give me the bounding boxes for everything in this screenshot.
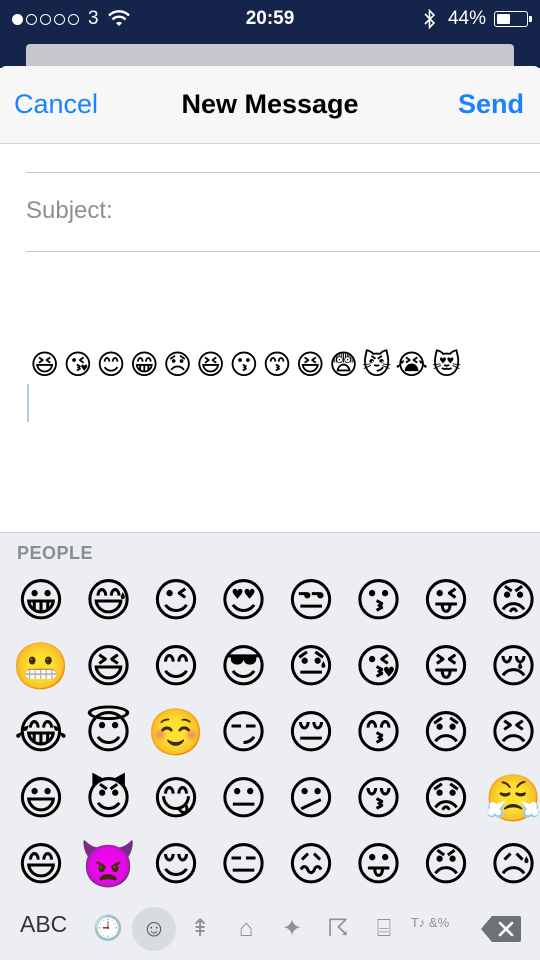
emoji-key[interactable]: 😐 bbox=[213, 767, 275, 829]
emoji-key[interactable]: 😅 bbox=[78, 569, 140, 631]
emoji-key[interactable]: 😒 bbox=[280, 569, 342, 631]
message-emoji: 😆 bbox=[196, 349, 226, 380]
people-smiley-icon[interactable]: ☺ bbox=[132, 907, 176, 951]
emoji-key[interactable]: 😔 bbox=[280, 701, 342, 763]
emoji-key[interactable]: 😙 bbox=[348, 701, 410, 763]
message-emoji: 😆 bbox=[30, 349, 60, 380]
recent-clock-icon[interactable]: 🕘 bbox=[86, 907, 130, 951]
nature-tree-icon[interactable]: ⇞ bbox=[178, 907, 222, 951]
emoji-key[interactable]: 😌 bbox=[145, 833, 207, 895]
emoji-key[interactable]: 😚 bbox=[348, 767, 410, 829]
emoji-key[interactable]: 😇 bbox=[78, 701, 140, 763]
emoji-key[interactable]: 😆 bbox=[78, 635, 140, 697]
emoji-key[interactable]: 😕 bbox=[280, 767, 342, 829]
emoji-key[interactable]: 😘 bbox=[348, 635, 410, 697]
emoji-key[interactable]: 😞 bbox=[415, 701, 477, 763]
emoji-key[interactable]: 😍 bbox=[213, 569, 275, 631]
message-body[interactable]: 😆 😘 😊 😁 😞 😆 😗 😙 😆 😨 😼 😭 😻 bbox=[30, 348, 461, 382]
emoji-keyboard: PEOPLE 😀 😅 😉 😍 😒 😗 😜 😡 😬 😆 😊 😎 😓 😘 😝 😢 😂 😇 ☺️ 😏 😔 😙 😞 😣 😃 😈 😋 😐 😕 😚 😟 😤… bbox=[0, 532, 540, 960]
abc-key[interactable]: ABC bbox=[20, 911, 67, 938]
field-divider bbox=[26, 251, 540, 252]
status-right: 44% bbox=[424, 8, 532, 30]
emoji-key[interactable]: 😊 bbox=[145, 635, 207, 697]
message-emoji: 😗 bbox=[229, 349, 259, 380]
emoji-key[interactable]: 😃 bbox=[10, 767, 72, 829]
send-button[interactable]: Send bbox=[458, 89, 524, 120]
delete-key-icon[interactable] bbox=[480, 915, 522, 943]
emoji-key[interactable]: 😓 bbox=[280, 635, 342, 697]
message-emoji: 😘 bbox=[63, 349, 93, 380]
emoji-key[interactable]: 😡 bbox=[483, 569, 540, 631]
emoji-key[interactable]: 😬 bbox=[10, 635, 72, 697]
message-emoji: 😼 bbox=[362, 349, 392, 380]
navigation-bar: New Message Cancel Send bbox=[0, 66, 540, 144]
cancel-button[interactable]: Cancel bbox=[14, 89, 98, 120]
places-party-icon[interactable]: ✦ bbox=[270, 907, 314, 951]
emoji-key[interactable]: 😟 bbox=[415, 767, 477, 829]
message-emoji: 😙 bbox=[262, 349, 292, 380]
emoji-key[interactable]: 😄 bbox=[10, 833, 72, 895]
message-emoji: 😊 bbox=[96, 349, 126, 380]
emoji-key[interactable]: 😠 bbox=[415, 833, 477, 895]
emoji-key[interactable]: 😋 bbox=[145, 767, 207, 829]
emoji-key[interactable]: 😀 bbox=[10, 569, 72, 631]
subject-input[interactable] bbox=[128, 190, 518, 230]
emoji-key[interactable]: ☺️ bbox=[145, 701, 207, 763]
emoji-key[interactable]: 😝 bbox=[415, 635, 477, 697]
message-emoji: 😞 bbox=[162, 349, 193, 380]
emoji-key[interactable]: 😎 bbox=[213, 635, 275, 697]
objects-bell-icon[interactable]: ⌂ bbox=[224, 907, 268, 951]
battery-percentage: 44% bbox=[447, 8, 486, 29]
emoji-key[interactable]: 😗 bbox=[348, 569, 410, 631]
message-emoji: 😆 bbox=[295, 349, 325, 380]
travel-car-icon[interactable]: ⌸ bbox=[362, 907, 406, 951]
message-emoji: 😭 bbox=[395, 349, 428, 380]
emoji-key[interactable]: 😂 bbox=[10, 701, 72, 763]
message-emoji: 😁 bbox=[129, 349, 159, 380]
emoji-key[interactable]: 👿 bbox=[78, 833, 140, 895]
sports-runner-icon[interactable]: ☈ bbox=[316, 907, 360, 951]
text-cursor bbox=[27, 384, 29, 422]
message-emoji: 😨 bbox=[328, 349, 359, 380]
message-emoji: 😻 bbox=[431, 349, 462, 380]
emoji-key[interactable]: 😜 bbox=[415, 569, 477, 631]
bluetooth-icon bbox=[424, 9, 436, 29]
emoji-key[interactable]: 😛 bbox=[348, 833, 410, 895]
field-divider bbox=[26, 172, 540, 173]
keyboard-bottom-bar: ABC 🕘 ☺ ⇞ ⌂ ✦ ☈ ⌸ T♪ &% bbox=[0, 897, 540, 960]
emoji-key[interactable]: 😖 bbox=[280, 833, 342, 895]
subject-label: Subject: bbox=[26, 197, 113, 224]
battery-icon bbox=[494, 11, 532, 27]
emoji-key[interactable]: 😥 bbox=[483, 833, 540, 895]
status-bar: 3 20:59 44% bbox=[0, 0, 540, 40]
emoji-key[interactable]: 😏 bbox=[213, 701, 275, 763]
emoji-key[interactable]: 😑 bbox=[213, 833, 275, 895]
emoji-key[interactable]: 😤 bbox=[483, 767, 540, 829]
emoji-category-label: PEOPLE bbox=[17, 543, 94, 563]
emoji-key[interactable]: 😉 bbox=[145, 569, 207, 631]
symbols-icon[interactable]: T♪ &% bbox=[408, 907, 452, 951]
emoji-key[interactable]: 😣 bbox=[483, 701, 540, 763]
emoji-key[interactable]: 😢 bbox=[483, 635, 540, 697]
emoji-key[interactable]: 😈 bbox=[78, 767, 140, 829]
